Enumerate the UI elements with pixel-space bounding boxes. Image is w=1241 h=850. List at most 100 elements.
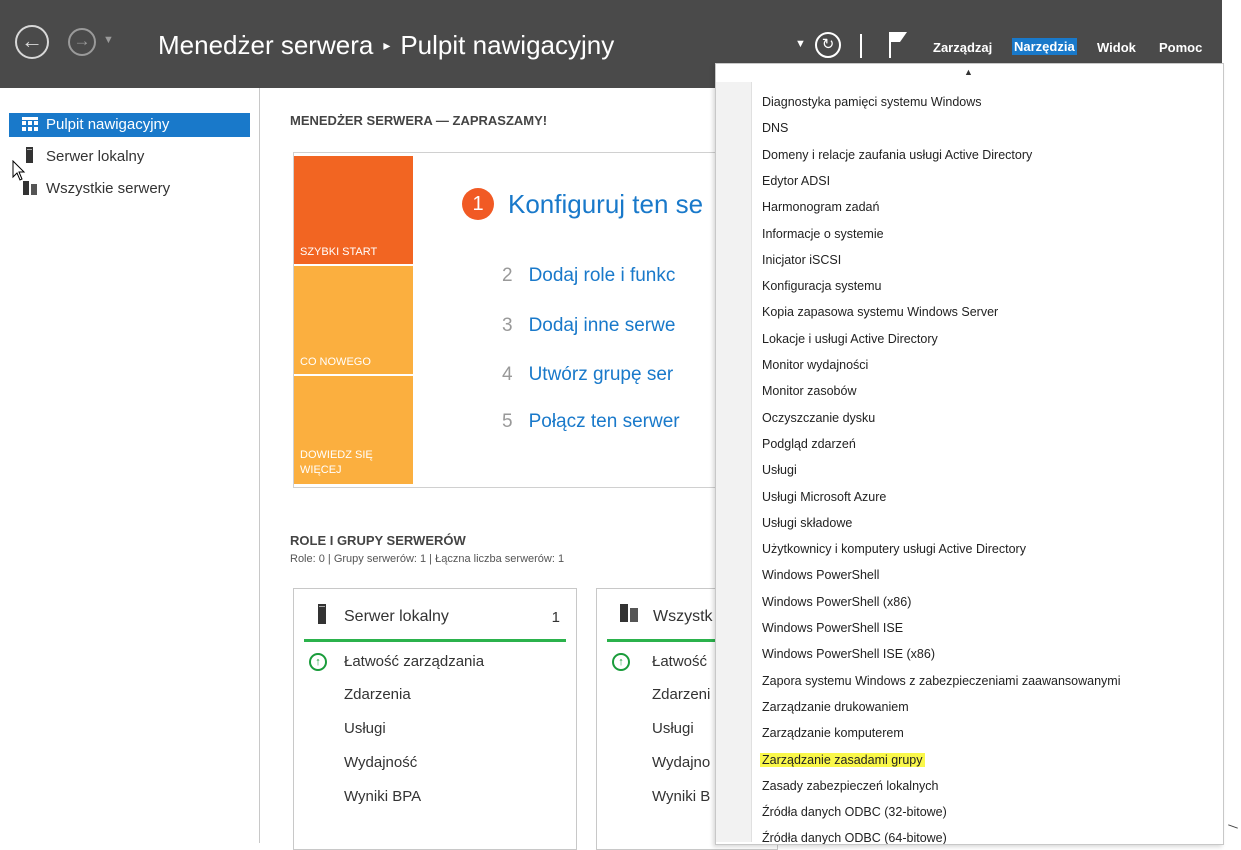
quick-start-panel: SZYBKI START CO NOWEGO DOWIEDZ SIĘ WIĘCE… bbox=[293, 152, 775, 488]
step-link[interactable]: Dodaj role i funkc bbox=[529, 265, 676, 286]
menu-item[interactable]: Domeny i relacje zaufania usługi Active … bbox=[762, 148, 1032, 162]
status-ok-icon: ↑ bbox=[612, 653, 630, 671]
mouse-cursor-icon bbox=[12, 160, 26, 181]
tile-label: CO NOWEGO bbox=[300, 356, 371, 368]
step-link[interactable]: Konfiguruj ten se bbox=[508, 189, 703, 219]
menu-item[interactable]: Usługi bbox=[762, 463, 797, 477]
refresh-icon[interactable]: ↻ bbox=[815, 32, 841, 58]
step-number: 5 bbox=[502, 411, 513, 432]
step-number: 2 bbox=[502, 265, 513, 286]
status-ok-icon: ↑ bbox=[309, 653, 327, 671]
menu-item[interactable]: Windows PowerShell (x86) bbox=[762, 595, 911, 609]
back-arrow-icon[interactable]: ← bbox=[15, 25, 49, 59]
menu-item[interactable]: Windows PowerShell ISE bbox=[762, 621, 903, 635]
sidebar-item-label: Serwer lokalny bbox=[46, 148, 145, 165]
menu-item[interactable]: Monitor wydajności bbox=[762, 358, 868, 372]
status-bar bbox=[304, 639, 566, 642]
menu-item[interactable]: Harmonogram zadań bbox=[762, 200, 879, 214]
sidebar: Pulpit nawigacyjny Serwer lokalny Wszyst… bbox=[0, 88, 260, 843]
card-row-services[interactable]: Usługi bbox=[652, 720, 694, 737]
menu-icon-gutter bbox=[716, 82, 752, 842]
forward-arrow-icon[interactable]: → bbox=[68, 28, 96, 56]
step-link[interactable]: Utwórz grupę ser bbox=[529, 364, 674, 385]
menu-item[interactable]: DNS bbox=[762, 121, 788, 135]
menu-item[interactable]: Edytor ADSI bbox=[762, 174, 830, 188]
toolbar-divider bbox=[860, 34, 862, 58]
card-row-events[interactable]: Zdarzenia bbox=[344, 686, 411, 703]
menu-view[interactable]: Widok bbox=[1097, 40, 1136, 55]
step-link[interactable]: Dodaj inne serwe bbox=[529, 315, 676, 336]
menu-tools[interactable]: Narzędzia bbox=[1012, 38, 1077, 55]
card-count: 1 bbox=[551, 609, 560, 626]
menu-item[interactable]: Kopia zapasowa systemu Windows Server bbox=[762, 305, 998, 319]
step-add-roles[interactable]: 2 Dodaj role i funkc bbox=[502, 265, 675, 287]
breadcrumb: Menedżer serwera ▸ Pulpit nawigacyjny bbox=[158, 30, 614, 61]
card-row-bpa[interactable]: Wyniki BPA bbox=[344, 788, 421, 805]
sidebar-item-label: Wszystkie serwery bbox=[46, 180, 171, 197]
menu-item[interactable]: Zasady zabezpieczeń lokalnych bbox=[762, 779, 939, 793]
breadcrumb-separator: ▸ bbox=[383, 37, 391, 53]
menu-item[interactable]: Usługi składowe bbox=[762, 516, 852, 530]
card-row-manageability[interactable]: Łatwość bbox=[652, 653, 707, 670]
menu-item[interactable]: Zarządzanie drukowaniem bbox=[762, 700, 909, 714]
step-number: 1 bbox=[462, 188, 494, 220]
page-title: Pulpit nawigacyjny bbox=[400, 30, 615, 60]
menu-item[interactable]: Inicjator iSCSI bbox=[762, 253, 841, 267]
tile-learn-more[interactable]: DOWIEDZ SIĘ WIĘCEJ bbox=[294, 376, 413, 484]
step-create-group[interactable]: 4 Utwórz grupę ser bbox=[502, 364, 673, 386]
step-connect-cloud[interactable]: 5 Połącz ten serwer bbox=[502, 411, 680, 433]
menu-item[interactable]: Zarządzanie zasadami grupy bbox=[760, 752, 925, 767]
menu-item[interactable]: Użytkownicy i komputery usługi Active Di… bbox=[762, 542, 1026, 556]
server-card-local[interactable]: Serwer lokalny 1 ↑ Łatwość zarządzania Z… bbox=[293, 588, 577, 850]
menu-item[interactable]: Diagnostyka pamięci systemu Windows bbox=[762, 95, 982, 109]
menu-item[interactable]: Zarządzanie komputerem bbox=[762, 726, 904, 740]
servers-icon bbox=[620, 604, 638, 622]
menu-help[interactable]: Pomoc bbox=[1159, 40, 1202, 55]
roles-summary: Role: 0 | Grupy serwerów: 1 | Łączna lic… bbox=[290, 553, 565, 565]
sidebar-item-all-servers[interactable]: Wszystkie serwery bbox=[9, 177, 250, 201]
menu-item[interactable]: Zapora systemu Windows z zabezpieczeniam… bbox=[762, 674, 1120, 688]
sidebar-item-local-server[interactable]: Serwer lokalny bbox=[9, 145, 250, 169]
menu-item[interactable]: Podgląd zdarzeń bbox=[762, 437, 856, 451]
menu-item[interactable]: Źródła danych ODBC (32-bitowe) bbox=[762, 805, 947, 819]
chevron-down-icon[interactable]: ▼ bbox=[795, 38, 806, 50]
card-row-services[interactable]: Usługi bbox=[344, 720, 386, 737]
tile-label: SZYBKI START bbox=[300, 246, 378, 258]
step-configure[interactable]: 1 Konfiguruj ten se bbox=[462, 188, 703, 220]
notifications-flag-icon[interactable] bbox=[887, 30, 909, 60]
history-dropdown-icon[interactable]: ▼ bbox=[103, 34, 114, 46]
sidebar-item-label: Pulpit nawigacyjny bbox=[46, 116, 170, 133]
card-row-manageability[interactable]: Łatwość zarządzania bbox=[344, 653, 484, 670]
menu-item[interactable]: Konfiguracja systemu bbox=[762, 279, 882, 293]
card-row-events[interactable]: Zdarzeni bbox=[652, 686, 710, 703]
card-title[interactable]: Wszystk bbox=[653, 608, 713, 626]
menu-item[interactable]: Windows PowerShell bbox=[762, 568, 879, 582]
menu-item[interactable]: Usługi Microsoft Azure bbox=[762, 490, 886, 504]
dashboard-icon bbox=[22, 113, 38, 137]
roles-heading: ROLE I GRUPY SERWERÓW bbox=[290, 533, 466, 548]
card-row-performance[interactable]: Wydajno bbox=[652, 754, 710, 771]
resize-grip[interactable] bbox=[1228, 824, 1238, 829]
card-row-bpa[interactable]: Wyniki B bbox=[652, 788, 710, 805]
step-add-servers[interactable]: 3 Dodaj inne serwe bbox=[502, 315, 675, 337]
menu-item[interactable]: Windows PowerShell ISE (x86) bbox=[762, 647, 935, 661]
scroll-up-arrow-icon[interactable]: ▲ bbox=[964, 67, 973, 77]
step-link[interactable]: Połącz ten serwer bbox=[529, 411, 680, 432]
menu-item[interactable]: Lokacje i usługi Active Directory bbox=[762, 332, 938, 346]
menu-item[interactable]: Informacje o systemie bbox=[762, 227, 884, 241]
tile-whats-new[interactable]: CO NOWEGO bbox=[294, 266, 413, 374]
tile-label: DOWIEDZ SIĘ WIĘCEJ bbox=[300, 449, 373, 476]
sidebar-item-dashboard[interactable]: Pulpit nawigacyjny bbox=[9, 113, 250, 137]
card-title[interactable]: Serwer lokalny bbox=[344, 608, 449, 626]
card-row-performance[interactable]: Wydajność bbox=[344, 754, 417, 771]
menu-item[interactable]: Oczyszczanie dysku bbox=[762, 411, 875, 425]
step-number: 3 bbox=[502, 315, 513, 336]
menu-manage[interactable]: Zarządzaj bbox=[933, 40, 992, 55]
tile-quick-start[interactable]: SZYBKI START bbox=[294, 156, 413, 264]
app-title: Menedżer serwera bbox=[158, 30, 374, 60]
menu-item[interactable]: Monitor zasobów bbox=[762, 384, 857, 398]
welcome-heading: MENEDŻER SERWERA — ZAPRASZAMY! bbox=[290, 113, 548, 128]
tools-dropdown-menu: ▲ Diagnostyka pamięci systemu Windows DNS… bbox=[715, 63, 1224, 845]
step-number: 4 bbox=[502, 364, 513, 385]
server-icon bbox=[318, 604, 326, 624]
